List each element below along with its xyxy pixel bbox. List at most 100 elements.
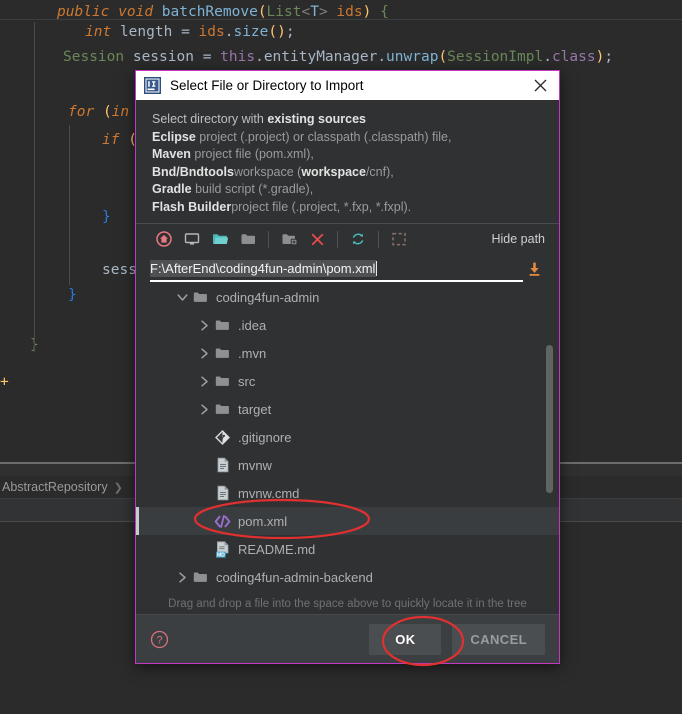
refresh-icon[interactable] — [344, 227, 372, 252]
tree-row[interactable]: coding4fun-backend — [136, 591, 559, 595]
desc-line-3-rest: project file (pom.xml), — [190, 147, 314, 161]
tree-row-label: pom.xml — [238, 513, 288, 529]
desc-line-2-bold: Eclipse — [152, 129, 196, 144]
tree-row-label: mvnw.cmd — [238, 485, 300, 501]
tree-row-label: .gitignore — [238, 429, 292, 445]
tree-arrow-placeholder — [198, 515, 211, 528]
tree-row-label: .idea — [238, 317, 267, 333]
chevron-right-icon[interactable] — [198, 375, 211, 388]
project-folder-icon[interactable] — [206, 227, 234, 252]
tree-row-label: coding4fun-admin — [216, 289, 320, 305]
intellij-idea-icon — [144, 77, 161, 94]
code-line: int length = ids.size(); — [85, 24, 295, 40]
desc-line-2-rest: project (.project) or classpath (.classp… — [195, 129, 452, 144]
chevron-right-icon[interactable] — [198, 403, 211, 416]
desc-line-1-bold: existing sources — [267, 112, 366, 126]
tree-row[interactable]: src — [136, 367, 559, 395]
tree-row[interactable]: .idea — [136, 311, 559, 339]
file-tree[interactable]: coding4fun-admin .idea .mvn src target .gitig… — [136, 283, 559, 595]
tree-arrow-placeholder — [198, 459, 211, 472]
folder-icon — [192, 289, 209, 306]
import-arrow-icon[interactable] — [521, 261, 547, 277]
desc-line-4-bold: Bnd/Bndtools — [152, 164, 234, 179]
tree-row-label: target — [238, 401, 272, 417]
tree-arrow-placeholder — [198, 543, 211, 556]
file-chooser-toolbar: Hide path — [136, 223, 559, 254]
tree-row[interactable]: pom.xml — [136, 507, 559, 535]
toolbar-separator-1 — [268, 230, 269, 248]
folder-icon — [214, 345, 231, 362]
tree-row-label: coding4fun-admin-backend — [216, 569, 373, 585]
file-tree-rows: coding4fun-admin .idea .mvn src target .gitig… — [136, 283, 559, 595]
indent-guide — [69, 125, 70, 285]
home-icon[interactable] — [150, 227, 178, 252]
cancel-button[interactable]: CANCEL — [452, 623, 545, 655]
ok-button[interactable]: OK — [369, 623, 442, 655]
desc-line-4-rest: /cnf), — [365, 164, 394, 179]
chevron-right-icon[interactable] — [198, 319, 211, 332]
svg-text:?: ? — [156, 634, 162, 646]
tree-row[interactable]: mvnw — [136, 451, 559, 479]
desc-line-5-bold: Gradle — [152, 182, 192, 196]
desc-line-4-bold2: workspace — [301, 164, 366, 179]
markdown-icon: MD — [214, 540, 231, 558]
show-hidden-icon[interactable] — [385, 227, 413, 252]
file-icon — [214, 457, 231, 474]
close-icon[interactable] — [527, 74, 553, 98]
desktop-icon[interactable] — [178, 227, 206, 252]
hide-path-toggle[interactable]: Hide path — [491, 232, 547, 246]
module-folder-icon[interactable] — [234, 227, 262, 252]
folder-icon — [192, 569, 209, 586]
toolbar-separator-2 — [337, 230, 338, 248]
desc-line-5: Gradle build script (*.gradle), — [152, 181, 545, 199]
chevron-right-icon[interactable] — [198, 347, 211, 360]
import-file-dialog: Select File or Directory to Import Selec… — [135, 70, 560, 664]
desc-line-5-rest: build script (*.gradle), — [191, 182, 314, 196]
tree-row[interactable]: target — [136, 395, 559, 423]
dialog-body: Select directory with existing sources E… — [136, 100, 559, 614]
file-icon — [214, 485, 231, 502]
desc-line-2: Eclipse project (.project) or classpath … — [152, 129, 545, 147]
breadcrumb-item-label: AbstractRepository — [2, 480, 108, 494]
folder-icon — [214, 373, 231, 390]
desc-line-1-prefix: Select directory with — [152, 112, 268, 126]
dialog-footer: ? OK CANCEL — [136, 614, 559, 663]
path-input-value: F:\AfterEnd\coding4fun-admin\pom.xml — [150, 260, 377, 277]
desc-line-6-bold: Flash Builder — [152, 199, 232, 214]
tree-row[interactable]: mvnw.cmd — [136, 479, 559, 507]
drag-drop-hint: Drag and drop a file into the space abov… — [168, 598, 527, 610]
code-line: Session session = this.entityManager.unw… — [63, 49, 614, 65]
path-input-underline — [150, 280, 523, 282]
tree-arrow-placeholder — [198, 431, 211, 444]
dialog-description: Select directory with existing sources E… — [136, 100, 559, 223]
indent-guide — [34, 22, 35, 352]
chevron-right-icon: ❯ — [113, 481, 123, 494]
tree-row[interactable]: coding4fun-admin-backend — [136, 563, 559, 591]
tree-row-label: mvnw — [238, 457, 272, 473]
path-input[interactable]: F:\AfterEnd\coding4fun-admin\pom.xml — [150, 258, 521, 280]
dialog-titlebar[interactable]: Select File or Directory to Import — [136, 71, 559, 100]
chevron-down-icon[interactable] — [176, 291, 189, 304]
desc-line-6-rest: project file (.project, *.fxp, *.fxpl). — [231, 199, 412, 214]
desc-line-3: Maven project file (pom.xml), — [152, 146, 545, 164]
tree-row[interactable]: coding4fun-admin — [136, 283, 559, 311]
svg-text:MD: MD — [216, 552, 224, 558]
help-icon[interactable]: ? — [148, 628, 170, 650]
tree-row-label: .mvn — [238, 345, 267, 361]
desc-line-4-mid: workspace ( — [233, 164, 302, 179]
tree-vertical-scrollbar[interactable] — [546, 345, 553, 493]
path-row: F:\AfterEnd\coding4fun-admin\pom.xml — [136, 254, 559, 283]
desc-line-1: Select directory with existing sources — [152, 111, 545, 129]
tree-row[interactable]: .gitignore — [136, 423, 559, 451]
folder-icon — [214, 317, 231, 334]
tree-row[interactable]: .mvn — [136, 339, 559, 367]
desc-line-3-bold: Maven — [152, 147, 191, 161]
tree-row-label: README.md — [238, 541, 316, 557]
tree-row[interactable]: MD README.md — [136, 535, 559, 563]
tree-row-label: src — [238, 373, 256, 389]
desc-line-4: Bnd/Bndtoolsworkspace (workspace/cnf), — [152, 164, 545, 182]
new-folder-icon[interactable] — [275, 227, 303, 252]
delete-icon[interactable] — [303, 227, 331, 252]
chevron-right-icon[interactable] — [176, 571, 189, 584]
xml-file-icon — [214, 513, 231, 530]
